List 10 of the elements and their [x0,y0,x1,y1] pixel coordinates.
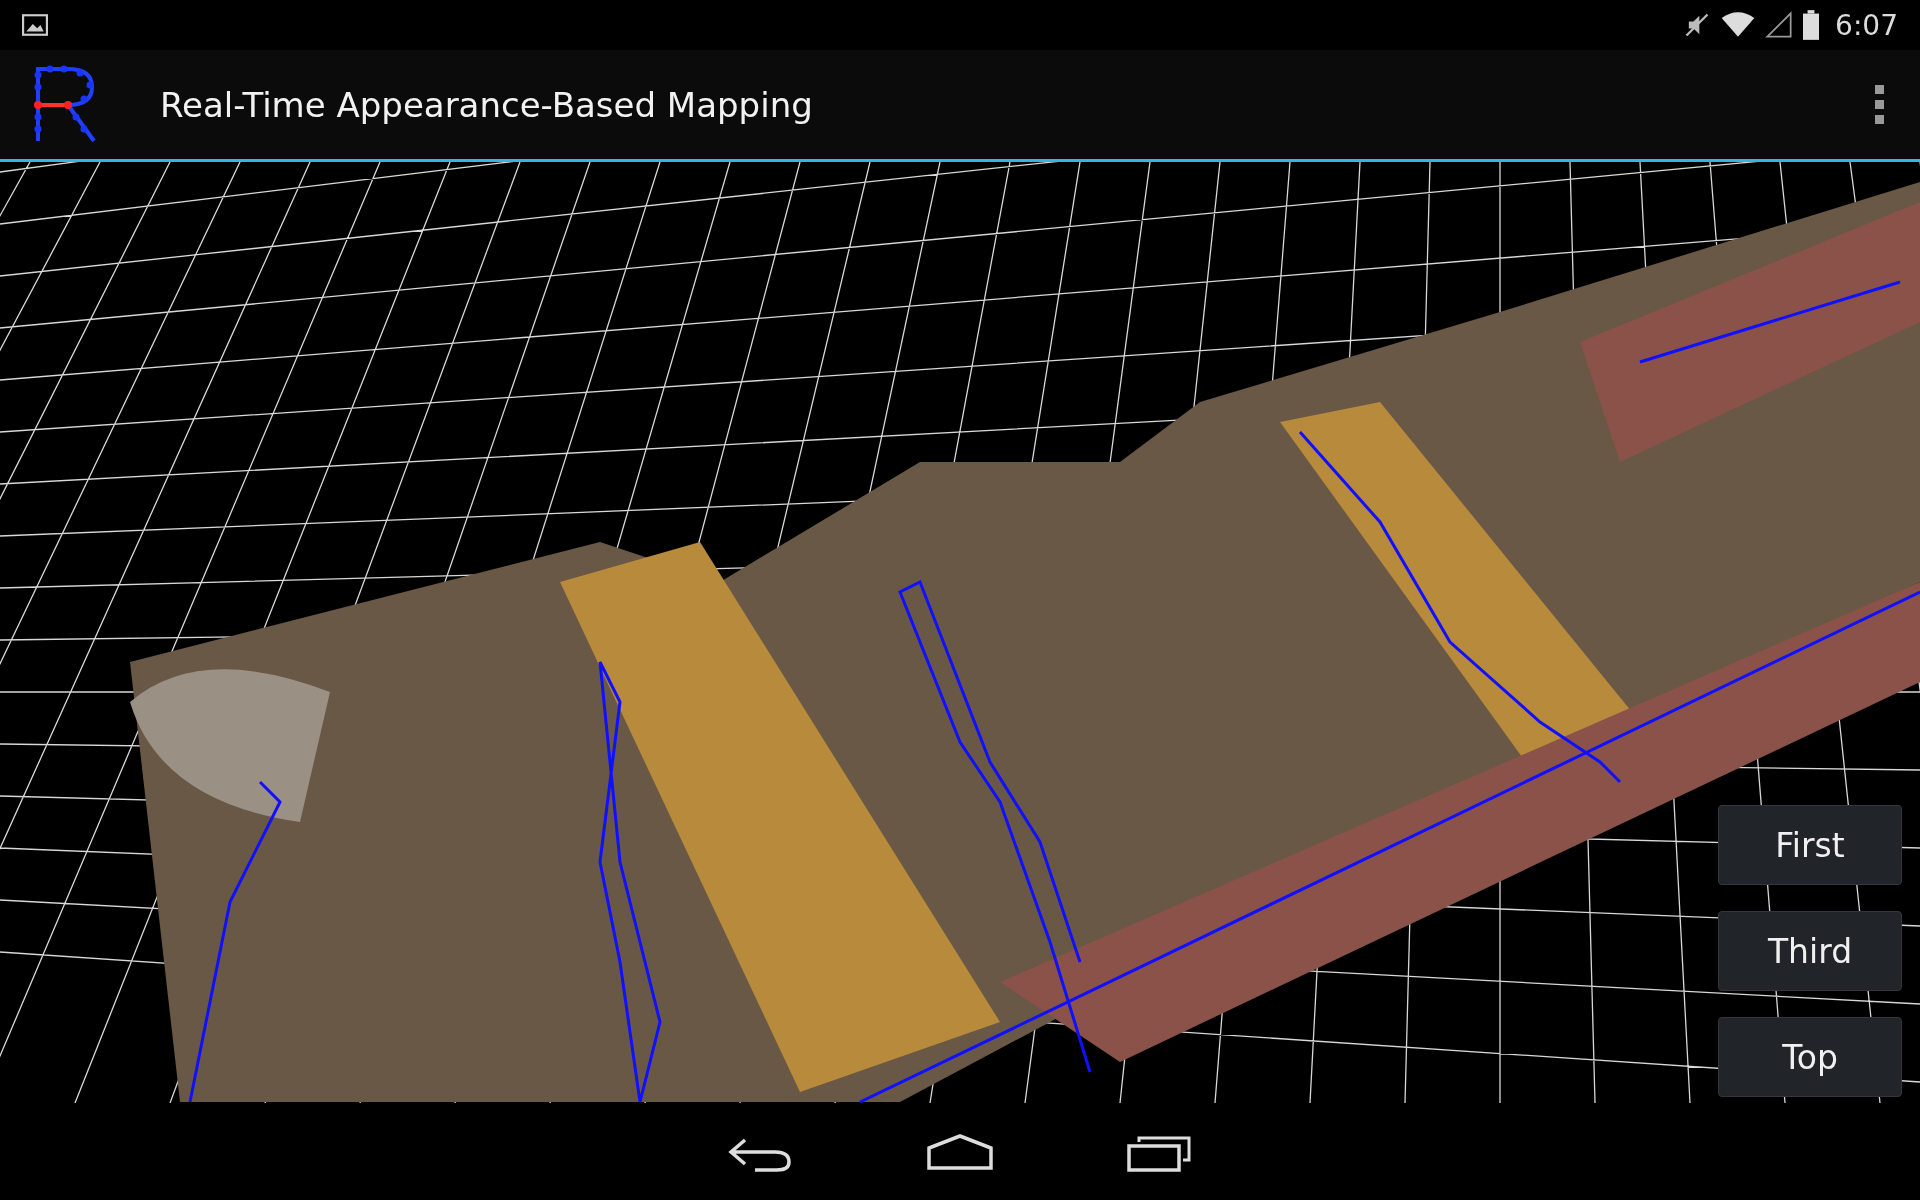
clock-time: 6:07 [1835,8,1898,42]
wifi-icon [1721,11,1756,39]
home-icon[interactable] [925,1131,995,1172]
image-notification-icon [22,14,48,36]
camera-view-button[interactable]: Third [1718,911,1902,991]
app-title: Real-Time Appearance-Based Mapping [160,84,814,125]
camera-view-button[interactable]: Top [1718,1017,1902,1097]
battery-icon [1803,10,1820,40]
camera-view-button[interactable]: First [1718,805,1902,885]
signal-icon [1765,11,1794,39]
